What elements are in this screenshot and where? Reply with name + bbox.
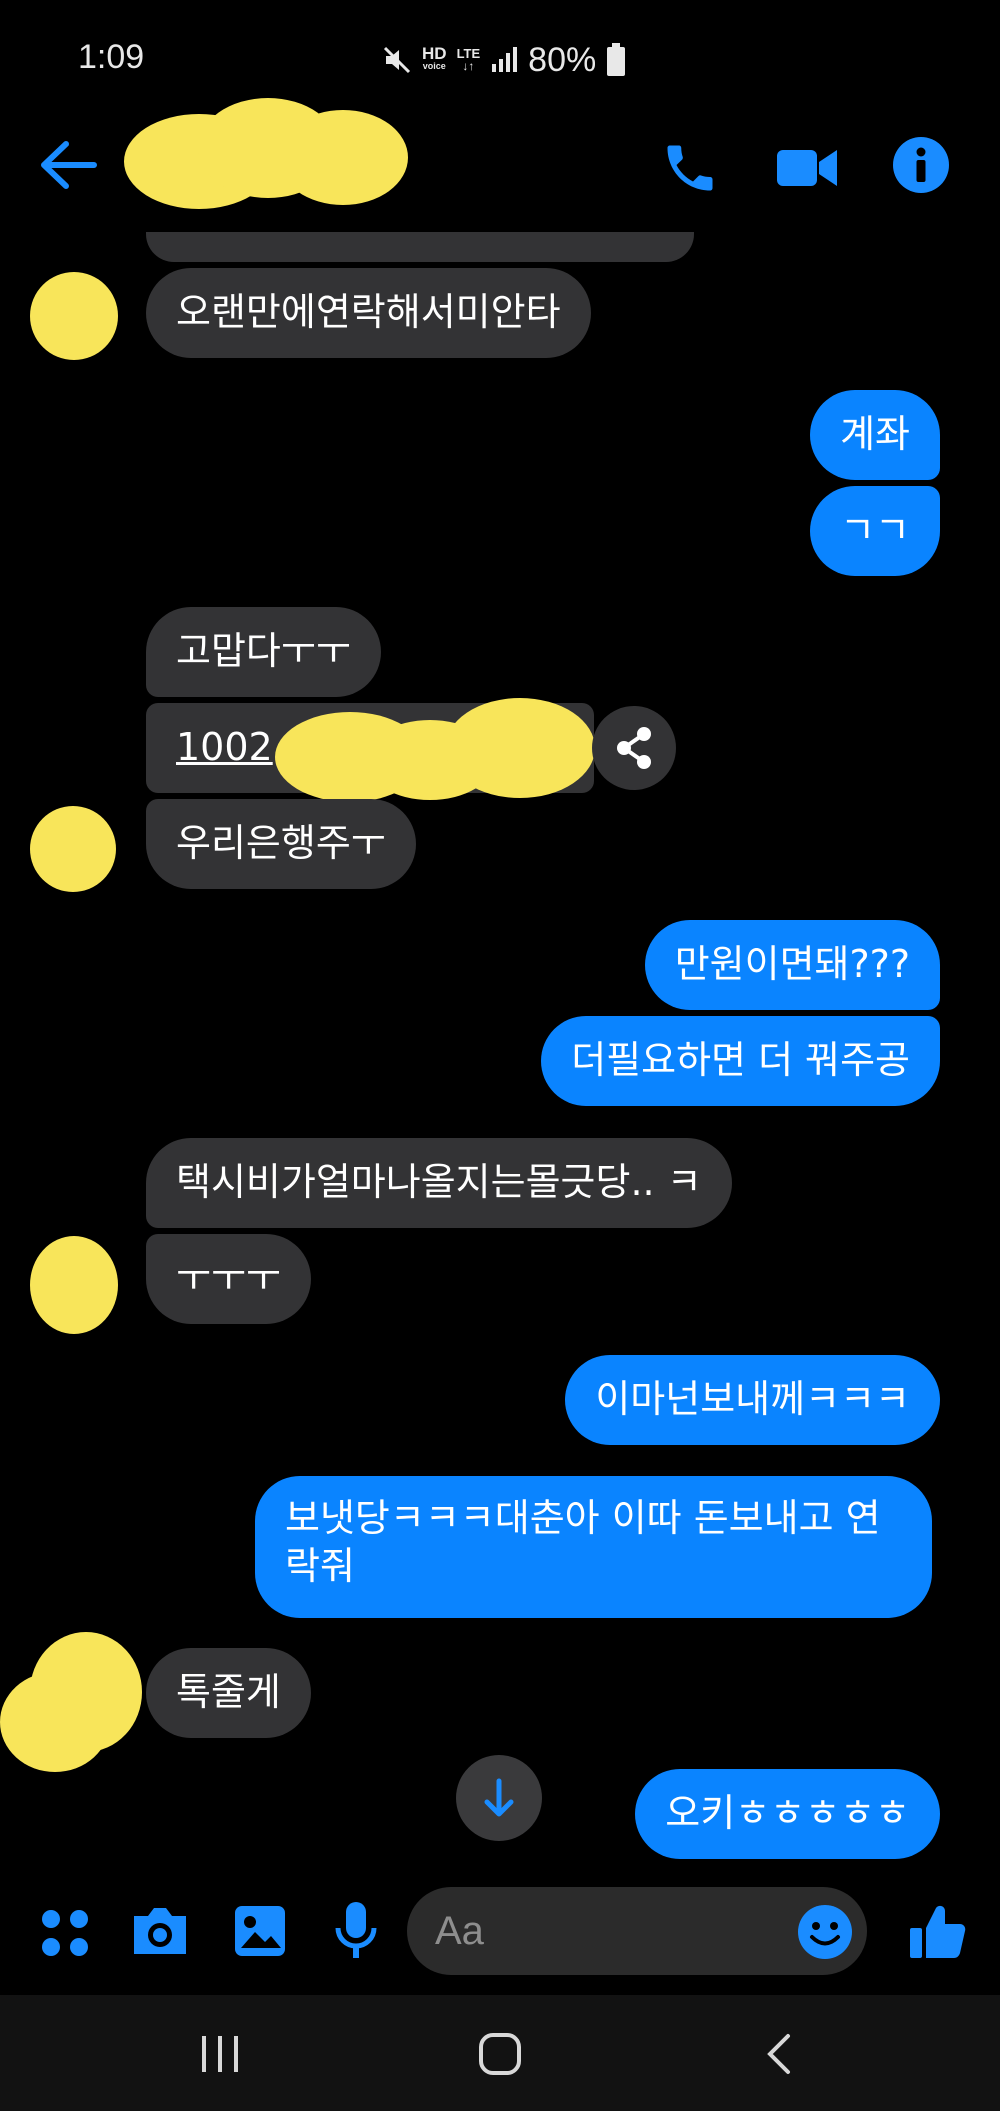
microphone-icon[interactable] [334,1900,378,1962]
info-icon[interactable] [892,136,950,194]
contact-avatar [30,272,118,360]
outgoing-message[interactable]: 이마넌보내께ㅋㅋㅋ [565,1355,940,1445]
outgoing-message[interactable]: 오키ㅎㅎㅎㅎㅎ [635,1769,940,1859]
outgoing-message[interactable]: ㄱㄱ [810,486,940,576]
share-button[interactable] [592,706,676,790]
redacted-account-number [275,690,595,810]
mute-icon [383,46,411,74]
incoming-message[interactable]: 오랜만에연락해서미안타 [146,268,591,358]
scroll-down-icon [484,1778,514,1817]
status-indicators: HD voice LTE ↓↑ 80% [382,40,626,80]
video-call-icon[interactable] [775,140,839,196]
apps-icon[interactable] [40,1908,90,1958]
battery-percent: 80% [528,40,597,79]
recents-icon[interactable] [198,2034,242,2074]
contact-avatar [0,1632,145,1772]
incoming-message[interactable]: ㅜㅜㅜ [146,1234,311,1324]
phone-icon[interactable] [660,138,720,198]
camera-icon[interactable] [130,1904,190,1958]
account-number-link[interactable]: 1002 [176,725,273,769]
share-icon [617,727,651,769]
status-time: 1:09 [78,38,145,76]
battery-icon [607,43,626,76]
outgoing-message[interactable]: 보냇당ㅋㅋㅋ대춘아 이따 돈보내고 연락줘 [255,1476,932,1618]
incoming-message[interactable]: 우리은행주ㅜ [146,799,416,889]
header-background [0,222,1000,232]
incoming-message[interactable]: 택시비가얼마나올지는몰긋당.. ㅋ [146,1138,732,1228]
redacted-contact-name [118,90,418,220]
contact-avatar [30,1236,118,1334]
outgoing-message[interactable]: 만원이면돼??? [644,920,940,1010]
back-icon[interactable] [764,2032,794,2076]
outgoing-message[interactable]: 더필요하면 더 꿔주공 [541,1016,940,1106]
scroll-to-bottom-button[interactable] [456,1755,542,1841]
message-input-placeholder: Aa [435,1908,484,1953]
back-arrow-icon[interactable] [38,140,98,190]
thumbs-up-icon[interactable] [906,1900,968,1962]
hd-voice-indicator: HD voice [422,44,447,71]
home-icon[interactable] [478,2032,522,2076]
outgoing-message[interactable]: 계좌 [810,390,940,480]
signal-icon [492,47,518,72]
incoming-message[interactable]: 고맙다ㅜㅜ [146,607,381,697]
lte-indicator: LTE ↓↑ [456,46,481,73]
gallery-icon[interactable] [233,1904,287,1958]
incoming-message[interactable]: 톡줄게 [146,1648,311,1738]
emoji-icon[interactable] [797,1904,853,1960]
contact-avatar [30,806,116,892]
